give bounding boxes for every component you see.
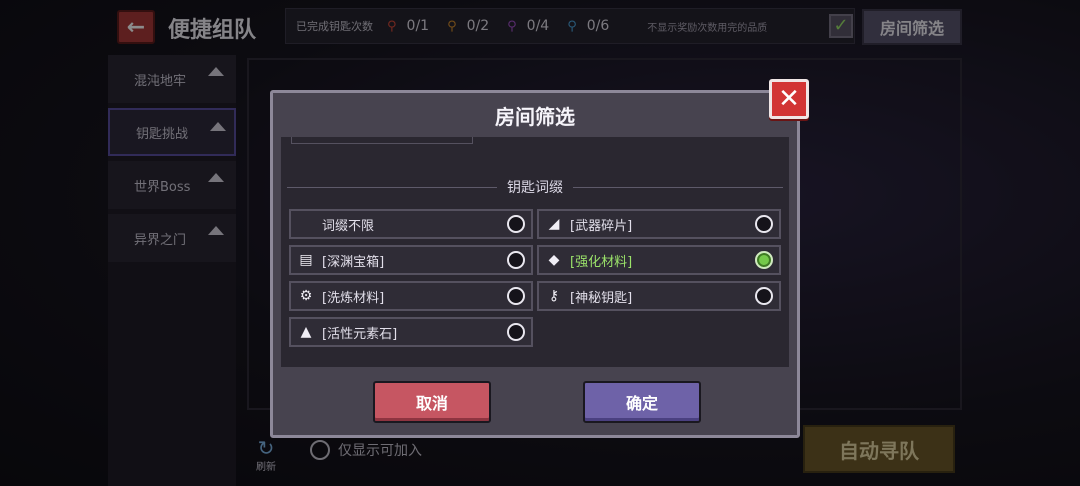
option-radio[interactable] — [507, 251, 525, 269]
option-radio[interactable] — [755, 215, 773, 233]
scroll-remnant — [291, 137, 473, 144]
chest-icon: ▤ — [299, 252, 313, 268]
option-enhance-material[interactable]: ◆ [强化材料] — [537, 245, 781, 275]
gear-icon: ⚙ — [299, 288, 313, 304]
close-icon: ✕ — [778, 84, 800, 114]
option-weapon-shard[interactable]: ◢ [武器碎片] — [537, 209, 781, 239]
option-label: [活性元素石] — [322, 326, 398, 342]
option-radio-selected[interactable] — [755, 251, 773, 269]
option-radio[interactable] — [755, 287, 773, 305]
option-label: [强化材料] — [570, 254, 633, 270]
room-filter-dialog: 房间筛选 ✕ 钥匙词缀 词缀不限 ◢ [武器碎片] ▤ [深渊宝箱] ◆ [强化… — [270, 79, 809, 438]
option-label: 词缀不限 — [322, 218, 375, 234]
option-any-affix[interactable]: 词缀不限 — [289, 209, 533, 239]
option-radio[interactable] — [507, 287, 525, 305]
option-label: [深渊宝箱] — [322, 254, 385, 270]
option-label: [神秘钥匙] — [570, 290, 633, 306]
close-button[interactable]: ✕ — [769, 79, 809, 119]
section-title: 钥匙词缀 — [281, 177, 789, 197]
option-label: [洗炼材料] — [322, 290, 385, 306]
option-element-stone[interactable]: ▲ [活性元素石] — [289, 317, 533, 347]
dialog-title: 房间筛选 — [495, 105, 575, 129]
option-mystery-key[interactable]: ⚷ [神秘钥匙] — [537, 281, 781, 311]
option-abyss-chest[interactable]: ▤ [深渊宝箱] — [289, 245, 533, 275]
filter-options-panel: 钥匙词缀 词缀不限 ◢ [武器碎片] ▤ [深渊宝箱] ◆ [强化材料] ⚙ [… — [281, 137, 789, 367]
crystal-icon: ▲ — [300, 324, 312, 340]
weapon-shard-icon: ◢ — [548, 216, 560, 232]
option-refine-material[interactable]: ⚙ [洗炼材料] — [289, 281, 533, 311]
option-radio[interactable] — [507, 323, 525, 341]
gem-icon: ◆ — [548, 252, 560, 268]
key-icon: ⚷ — [548, 288, 560, 304]
option-label: [武器碎片] — [570, 218, 633, 234]
confirm-button[interactable]: 确定 — [583, 381, 701, 423]
section-title-text: 钥匙词缀 — [497, 180, 573, 196]
option-radio[interactable] — [507, 215, 525, 233]
cancel-button[interactable]: 取消 — [373, 381, 491, 423]
